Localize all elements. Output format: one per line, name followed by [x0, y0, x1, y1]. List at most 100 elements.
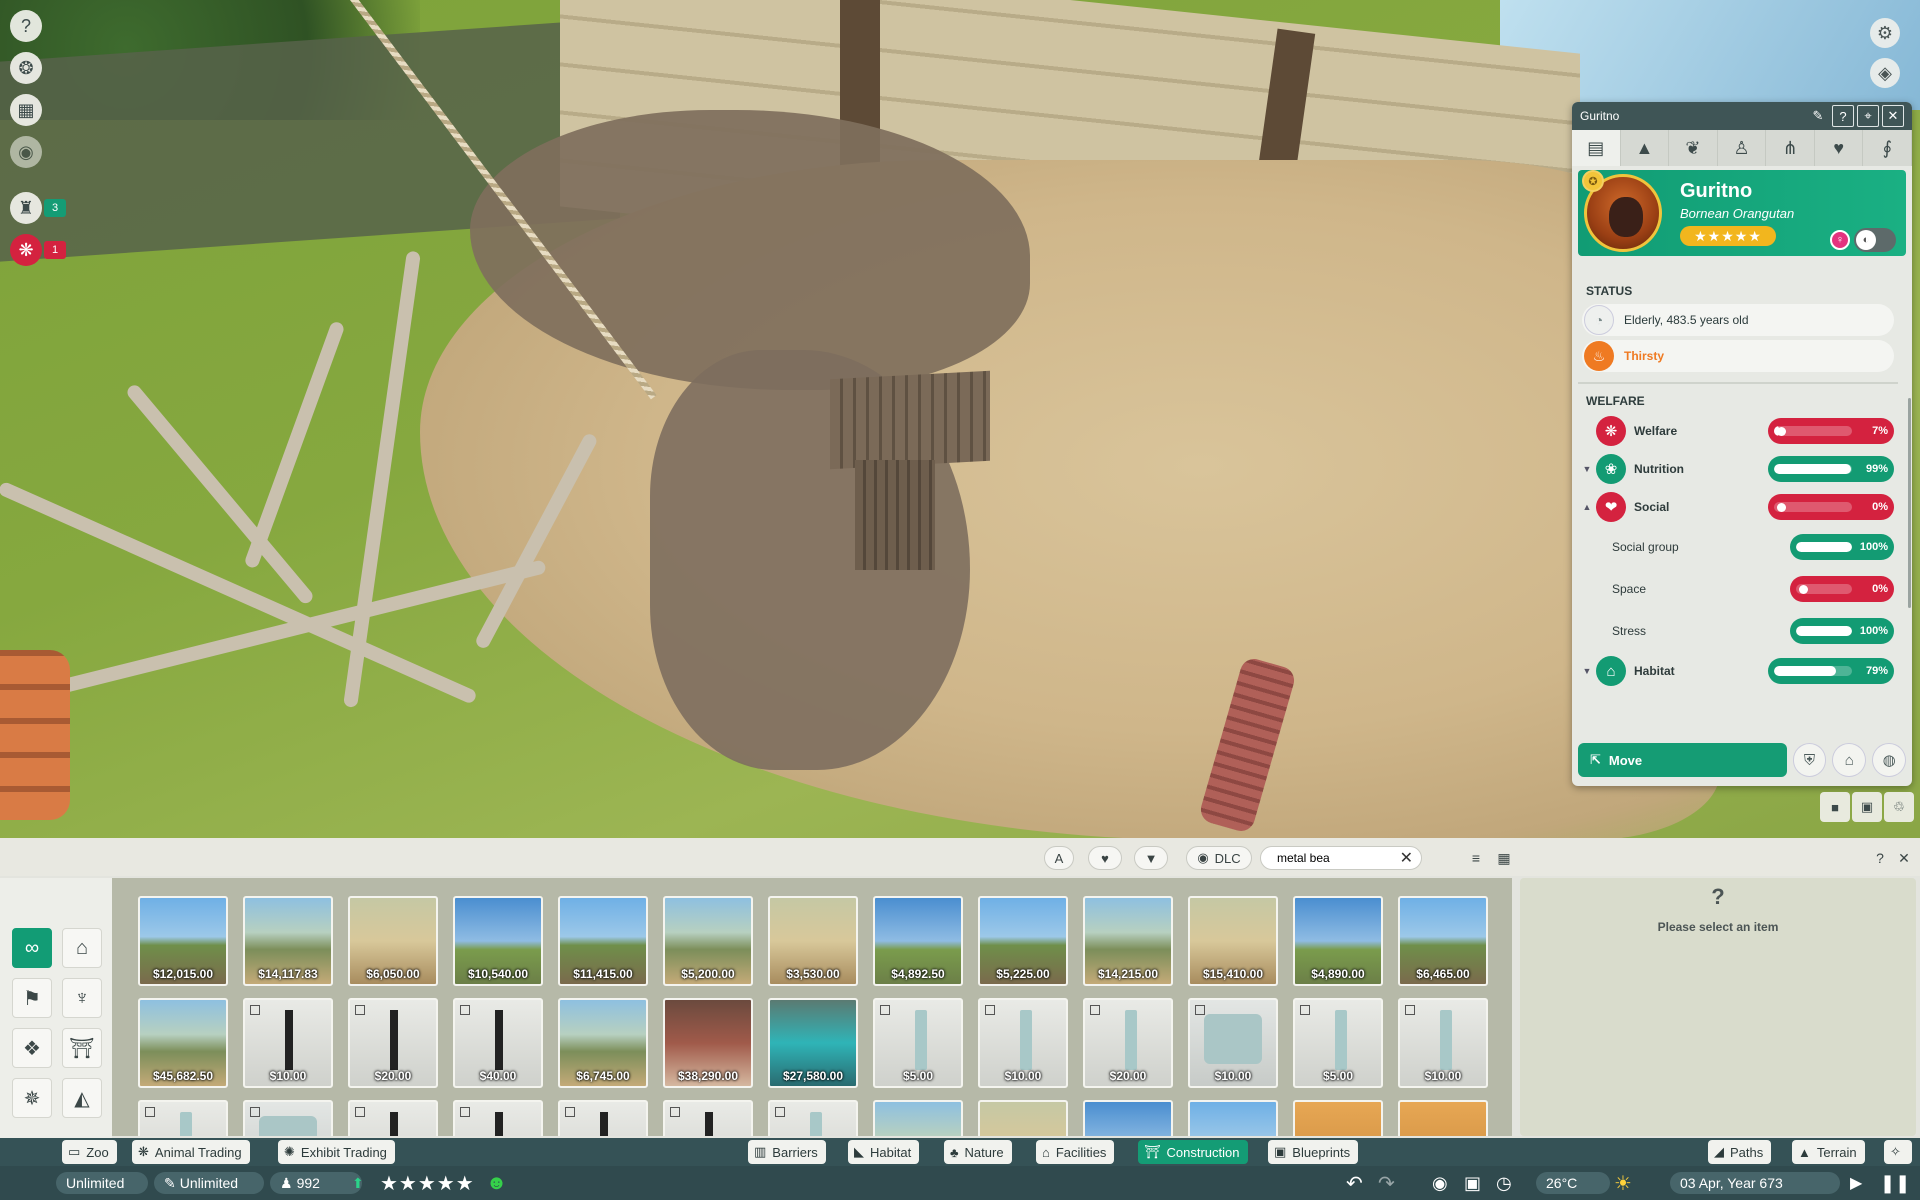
item-thumbnail[interactable]	[243, 1100, 333, 1136]
filter-funnel-icon[interactable]: ▼	[1134, 846, 1168, 870]
guest-count-display[interactable]: ♟ 992	[270, 1172, 362, 1194]
contraception-toggle[interactable]: ◐	[1854, 228, 1896, 252]
tab-more[interactable]: ✧	[1884, 1140, 1912, 1164]
item-thumbnail[interactable]	[1083, 1100, 1173, 1136]
browser-close-icon[interactable]: ✕	[1894, 848, 1914, 868]
dlc-filter-button[interactable]: ◉ DLC	[1186, 846, 1252, 870]
item-thumbnail[interactable]: $45,682.50	[138, 998, 228, 1088]
item-thumbnail[interactable]: $3,530.00	[768, 896, 858, 986]
camera-icon[interactable]: ■	[1820, 792, 1850, 822]
item-thumbnail[interactable]	[873, 1100, 963, 1136]
tab-plants-leaf-icon[interactable]: ❦	[1669, 130, 1718, 166]
item-thumbnail[interactable]	[1398, 1100, 1488, 1136]
tab-barriers[interactable]: ▥ Barriers	[748, 1140, 826, 1164]
item-thumbnail[interactable]: $5.00	[873, 998, 963, 1088]
tab-blueprints[interactable]: ▣ Blueprints	[1268, 1140, 1359, 1164]
item-thumbnail[interactable]: $10.00	[1188, 998, 1278, 1088]
search-input[interactable]	[1277, 851, 1400, 865]
release-shield-icon[interactable]: ⛨	[1792, 743, 1827, 777]
habitat-row[interactable]: ▼ ⌂ Habitat 79%	[1578, 652, 1898, 690]
tab-paths[interactable]: ◢ Paths	[1708, 1140, 1772, 1164]
tab-stats-icon[interactable]: ♙	[1718, 130, 1767, 166]
item-thumbnail[interactable]: $40.00	[453, 998, 543, 1088]
item-thumbnail[interactable]: $5,225.00	[978, 896, 1068, 986]
category-buildings-icon[interactable]: ⌂	[62, 928, 102, 968]
item-thumbnail[interactable]: $4,892.50	[873, 896, 963, 986]
category-all-infinity-icon[interactable]: ∞	[12, 928, 52, 968]
tab-animal-trading[interactable]: ❋ Animal Trading	[132, 1140, 250, 1164]
tab-facilities[interactable]: ⌂ Facilities	[1036, 1140, 1115, 1164]
help-button-icon[interactable]: ?	[1832, 105, 1854, 127]
nutrition-row[interactable]: ▼ ❀ Nutrition 99%	[1578, 450, 1898, 488]
time-icon[interactable]: ◷	[1496, 1166, 1512, 1200]
item-thumbnail[interactable]: $20.00	[1083, 998, 1173, 1088]
sort-list-icon[interactable]: ≡	[1466, 848, 1486, 868]
item-thumbnail[interactable]	[768, 1100, 858, 1136]
category-lamps-icon[interactable]: ♆	[62, 978, 102, 1018]
calendar-icon[interactable]: ▦	[10, 94, 42, 126]
item-grid[interactable]: $12,015.00 $14,117.83 $6,050.00 $10,540.00 $…	[112, 878, 1512, 1136]
delete-icon[interactable]: ♲	[1884, 792, 1914, 822]
item-thumbnail[interactable]: $5,200.00	[663, 896, 753, 986]
item-thumbnail[interactable]: $14,215.00	[1083, 896, 1173, 986]
close-icon[interactable]: ✕	[1882, 105, 1904, 127]
item-thumbnail[interactable]: $5.00	[1293, 998, 1383, 1088]
item-thumbnail[interactable]: $6,465.00	[1398, 896, 1488, 986]
item-thumbnail[interactable]	[453, 1100, 543, 1136]
settings-gear-icon[interactable]: ⚙	[1870, 18, 1900, 48]
money-display[interactable]: Unlimited	[56, 1172, 148, 1194]
item-thumbnail[interactable]: $10.00	[978, 998, 1068, 1088]
item-thumbnail[interactable]: $15,410.00	[1188, 896, 1278, 986]
send-to-trade-icon[interactable]: ⌂	[1832, 743, 1867, 777]
zoo-rating[interactable]: ★★★★★	[380, 1166, 475, 1200]
item-thumbnail[interactable]: $10.00	[1398, 998, 1488, 1088]
happiness-smiley-icon[interactable]: ☻	[486, 1166, 507, 1200]
item-thumbnail[interactable]: $11,415.00	[558, 896, 648, 986]
overlay-icon[interactable]: ▣	[1464, 1166, 1481, 1200]
tab-construction[interactable]: ⛩ Construction	[1138, 1140, 1248, 1164]
tab-exhibit-trading[interactable]: ✺ Exhibit Trading	[278, 1140, 395, 1164]
grid-view-icon[interactable]: ▦	[1494, 848, 1514, 868]
item-thumbnail[interactable]: $27,580.00	[768, 998, 858, 1088]
help-icon[interactable]: ?	[10, 10, 42, 42]
category-signpost-icon[interactable]: ⚑	[12, 978, 52, 1018]
tab-zoo[interactable]: ▭ Zoo	[62, 1140, 117, 1164]
category-pillars-icon[interactable]: ⛩	[62, 1028, 102, 1068]
release-to-wild-icon[interactable]: ◍	[1872, 743, 1906, 777]
expand-caret-icon[interactable]: ▼	[1578, 464, 1596, 474]
tab-dna-icon[interactable]: ∮	[1863, 130, 1912, 166]
tab-terrain[interactable]: ▲ Terrain	[1792, 1140, 1865, 1164]
tab-habitat[interactable]: ◣ Habitat	[848, 1140, 920, 1164]
item-thumbnail[interactable]: $10.00	[243, 998, 333, 1088]
item-thumbnail[interactable]	[1293, 1100, 1383, 1136]
objectives-icon[interactable]: ◈	[1870, 58, 1900, 88]
browser-help-icon[interactable]: ?	[1870, 848, 1890, 868]
item-thumbnail[interactable]	[1188, 1100, 1278, 1136]
item-thumbnail[interactable]: $6,050.00	[348, 896, 438, 986]
item-thumbnail[interactable]: $20.00	[348, 998, 438, 1088]
social-row[interactable]: ▲ ❤ Social 0%	[1578, 488, 1898, 526]
paw-icon[interactable]: ❋	[10, 234, 42, 266]
favorites-heart-icon[interactable]: ♥	[1088, 846, 1122, 870]
tab-habitat-mountain-icon[interactable]: ▲	[1621, 130, 1670, 166]
item-thumbnail[interactable]: $10,540.00	[453, 896, 543, 986]
zookeeper-icon[interactable]: ♜	[10, 192, 42, 224]
item-thumbnail[interactable]	[558, 1100, 648, 1136]
item-thumbnail[interactable]: $12,015.00	[138, 896, 228, 986]
expand-caret-icon[interactable]: ▼	[1578, 666, 1596, 676]
rename-pencil-icon[interactable]: ✎	[1807, 105, 1829, 127]
category-effects-icon[interactable]: ✵	[12, 1078, 52, 1118]
collapse-caret-icon[interactable]: ▲	[1578, 502, 1596, 512]
tab-overview-clipboard-icon[interactable]: ▤	[1572, 130, 1621, 166]
panel-scrollbar[interactable]	[1908, 398, 1911, 608]
tab-welfare-heart-icon[interactable]: ♥	[1815, 130, 1864, 166]
move-button[interactable]: ⇱ Move	[1578, 743, 1787, 777]
sort-az-icon[interactable]: A	[1044, 846, 1074, 870]
item-thumbnail[interactable]	[663, 1100, 753, 1136]
item-thumbnail[interactable]	[348, 1100, 438, 1136]
item-thumbnail[interactable]	[978, 1100, 1068, 1136]
research-display[interactable]: ✎ Unlimited	[154, 1172, 264, 1194]
redo-icon[interactable]: ↷	[1378, 1166, 1395, 1200]
play-speed-icon[interactable]: ▶	[1850, 1166, 1862, 1200]
item-thumbnail[interactable]: $4,890.00	[1293, 896, 1383, 986]
